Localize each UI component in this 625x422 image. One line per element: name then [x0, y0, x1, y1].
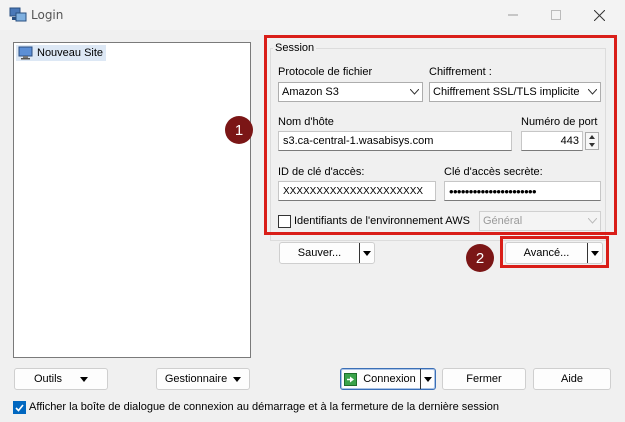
- dropdown-arrow-icon[interactable]: [420, 369, 435, 389]
- annotation-marker-2: 2: [466, 244, 494, 272]
- minimize-button[interactable]: [493, 0, 533, 30]
- close-icon: [593, 9, 605, 21]
- tools-button[interactable]: Outils: [14, 368, 108, 390]
- show-dialog-checkbox[interactable]: [13, 401, 26, 414]
- dropdown-arrow-icon[interactable]: [359, 243, 374, 263]
- save-button[interactable]: Sauver...: [279, 242, 375, 264]
- annotation-marker-1: 1: [225, 116, 253, 144]
- window-title: Login: [31, 8, 64, 22]
- login-icon: [341, 372, 359, 386]
- computer-icon: [18, 46, 33, 60]
- manager-button[interactable]: Gestionnaire: [156, 368, 250, 390]
- checkmark-icon: [15, 403, 24, 412]
- tree-item-new-site[interactable]: Nouveau Site: [16, 45, 107, 61]
- tree-item-label: Nouveau Site: [37, 47, 104, 59]
- highlight-session-box: [264, 35, 617, 235]
- maximize-button[interactable]: [536, 0, 576, 30]
- dropdown-arrow-icon: [80, 376, 89, 382]
- connect-button[interactable]: Connexion: [340, 368, 436, 390]
- dropdown-arrow-icon: [233, 376, 242, 382]
- site-tree[interactable]: Nouveau Site: [13, 42, 251, 358]
- help-button[interactable]: Aide: [533, 368, 611, 390]
- close-window-button[interactable]: [579, 0, 619, 30]
- show-dialog-label: Afficher la boîte de dialogue de connexi…: [29, 401, 500, 413]
- app-icon: [9, 6, 27, 24]
- close-button[interactable]: Fermer: [442, 368, 526, 390]
- highlight-advanced-box: [500, 236, 609, 268]
